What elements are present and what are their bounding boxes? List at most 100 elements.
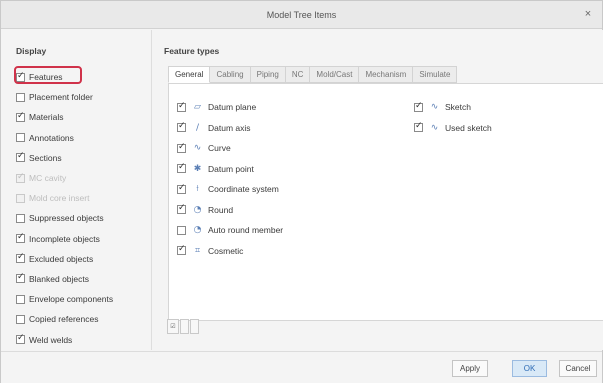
display-item-sections[interactable]: Sections xyxy=(16,148,150,168)
feature-datum-plane[interactable]: ▱ Datum plane xyxy=(177,100,256,114)
display-item-label: Copied references xyxy=(29,314,99,325)
checkbox[interactable] xyxy=(177,244,186,255)
feature-types-title: Feature types xyxy=(164,46,220,56)
checkbox[interactable] xyxy=(16,151,25,163)
checkbox[interactable] xyxy=(16,272,25,284)
features-highlight xyxy=(14,66,82,84)
apply-button[interactable]: Apply xyxy=(452,360,488,377)
display-item-label: Materials xyxy=(29,112,64,123)
feature-label: Sketch xyxy=(445,102,471,112)
display-item-blanked-objects[interactable]: Blanked objects xyxy=(16,269,150,289)
checkbox[interactable] xyxy=(177,142,186,153)
checkbox[interactable] xyxy=(177,121,186,132)
display-item-label: Suppressed objects xyxy=(29,213,104,224)
display-item-label: Incomplete objects xyxy=(29,233,100,244)
tab-piping[interactable]: Piping xyxy=(250,66,286,83)
display-item-materials[interactable]: Materials xyxy=(16,107,150,127)
feature-cosmetic[interactable]: ⌗ Cosmetic xyxy=(177,244,243,258)
ok-button[interactable]: OK xyxy=(512,360,547,377)
datum-axis-icon: / xyxy=(195,122,200,133)
deselect-all-button[interactable] xyxy=(180,319,189,334)
round-icon: ◔ xyxy=(193,204,202,215)
feature-auto-round-member[interactable]: ◔ Auto round member xyxy=(177,223,283,237)
dialog-footer: Apply OK Cancel xyxy=(1,351,602,383)
checkbox[interactable] xyxy=(16,294,25,304)
tab-general[interactable]: General xyxy=(168,66,211,83)
select-all-button[interactable]: ☑ xyxy=(167,319,179,334)
checkbox[interactable] xyxy=(177,225,186,235)
display-item-excluded-objects[interactable]: Excluded objects xyxy=(16,249,150,269)
datum-plane-icon: ▱ xyxy=(194,102,201,112)
display-item-label: Envelope components xyxy=(29,294,114,305)
cancel-button[interactable]: Cancel xyxy=(559,360,597,377)
feature-sketch[interactable]: ∿ Sketch xyxy=(414,100,471,114)
feature-label: Cosmetic xyxy=(208,245,244,256)
feature-coordinate-system[interactable]: ⟊ Coordinate system xyxy=(177,182,279,196)
coordinate-system-icon: ⟊ xyxy=(196,184,199,194)
feature-label: Curve xyxy=(208,143,231,153)
tab-mechanism[interactable]: Mechanism xyxy=(359,66,414,83)
checkbox[interactable] xyxy=(16,333,25,345)
checkbox[interactable] xyxy=(16,232,25,244)
checkbox[interactable] xyxy=(16,213,25,223)
used-sketch-icon: ∿ xyxy=(430,122,439,133)
checkbox xyxy=(16,172,25,183)
tab-mold-cast[interactable]: Mold/Cast xyxy=(310,66,360,83)
title-bar: Model Tree Items × xyxy=(1,1,602,29)
dialog-title: Model Tree Items xyxy=(266,10,337,20)
display-item-label: Placement folder xyxy=(29,92,93,103)
display-item-weld-welds[interactable]: Weld welds xyxy=(16,329,150,349)
feature-label: Round xyxy=(208,204,234,215)
cosmetic-icon: ⌗ xyxy=(194,245,201,256)
feature-label: Used sketch xyxy=(445,122,492,133)
invert-selection-button[interactable] xyxy=(190,319,199,334)
display-item-incomplete-objects[interactable]: Incomplete objects xyxy=(16,229,150,249)
checkbox[interactable] xyxy=(16,252,25,264)
checkbox[interactable] xyxy=(16,111,25,122)
checkbox[interactable] xyxy=(16,92,25,102)
display-item-label: MC cavity xyxy=(29,173,67,184)
display-item-label: Sections xyxy=(29,152,62,163)
display-item-label: Annotations xyxy=(29,132,74,143)
feature-types-panel: Feature types General Cabling Piping NC Mold… xyxy=(151,30,603,350)
checkbox[interactable] xyxy=(177,162,186,173)
display-item-mold-core-insert[interactable]: Mold core insert xyxy=(16,188,150,208)
feature-label: Auto round member xyxy=(208,225,284,235)
checkbox[interactable] xyxy=(414,121,423,132)
display-item-suppressed-objects[interactable]: Suppressed objects xyxy=(16,208,150,228)
feature-curve[interactable]: ∿ Curve xyxy=(177,141,231,155)
display-item-label: Blanked objects xyxy=(29,273,90,284)
display-item-annotations[interactable]: Annotations xyxy=(16,128,150,148)
feature-datum-axis[interactable]: / Datum axis xyxy=(177,121,251,135)
auto-round-icon: ◔ xyxy=(193,225,202,235)
feature-datum-point[interactable]: ✱ Datum point xyxy=(177,162,254,176)
display-item-copied-references[interactable]: Copied references xyxy=(16,309,150,329)
checkbox[interactable] xyxy=(16,133,25,143)
tab-cabling[interactable]: Cabling xyxy=(210,66,251,83)
feature-used-sketch[interactable]: ∿ Used sketch xyxy=(414,121,492,135)
sketch-icon: ∿ xyxy=(430,102,439,112)
display-item-label: Weld welds xyxy=(29,334,73,345)
general-tab-content: ▱ Datum plane / Datum axis ∿ Curve ✱ Datum poin… xyxy=(168,83,603,321)
selection-tools: ☑ xyxy=(167,319,200,334)
checkbox[interactable] xyxy=(414,101,423,112)
checkbox[interactable] xyxy=(177,203,186,214)
feature-label: Datum axis xyxy=(208,122,251,133)
feature-tabs: General Cabling Piping NC Mold/Cast Mechanism… xyxy=(168,66,458,83)
display-item-placement-folder[interactable]: Placement folder xyxy=(16,87,150,107)
tab-nc[interactable]: NC xyxy=(285,66,311,83)
display-title: Display xyxy=(16,46,47,56)
checkbox[interactable] xyxy=(177,101,186,112)
display-item-mc-cavity[interactable]: MC cavity xyxy=(16,168,150,188)
checkbox[interactable] xyxy=(16,314,25,324)
feature-label: Datum point xyxy=(208,163,254,174)
display-item-label: Mold core insert xyxy=(29,193,90,204)
tab-simulate[interactable]: Simulate xyxy=(413,66,458,83)
feature-round[interactable]: ◔ Round xyxy=(177,203,233,217)
display-list: FeaturesPlacement folderMaterialsAnnotat… xyxy=(16,67,150,350)
model-tree-items-dialog: Model Tree Items × Display FeaturesPlace… xyxy=(0,0,603,383)
close-icon[interactable]: × xyxy=(582,8,594,20)
datum-point-icon: ✱ xyxy=(193,163,202,174)
checkbox[interactable] xyxy=(177,183,186,194)
display-item-envelope-components[interactable]: Envelope components xyxy=(16,289,150,309)
